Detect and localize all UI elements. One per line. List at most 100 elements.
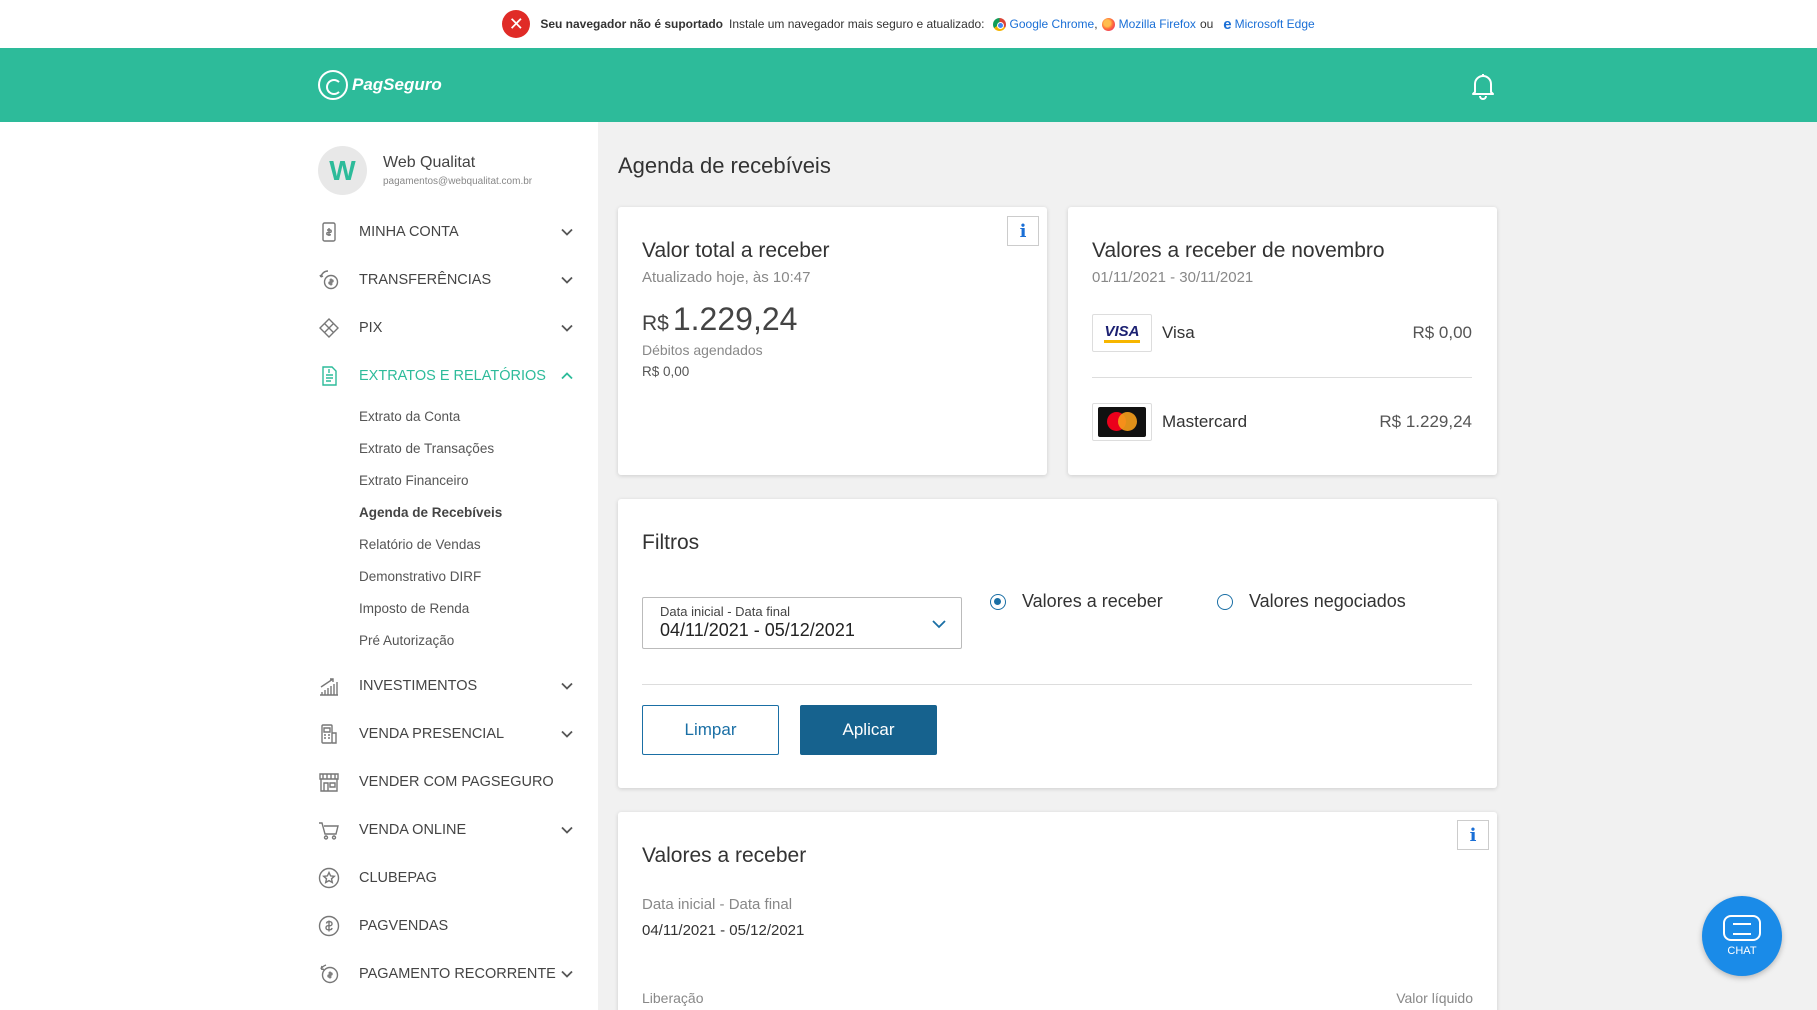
firefox-link[interactable]: Mozilla Firefox [1098, 17, 1196, 31]
submenu-imposto-renda[interactable]: Imposto de Renda [359, 592, 578, 624]
banner-text: Instale um navegador mais seguro e atual… [729, 17, 985, 31]
date-range-value: 04/11/2021 - 05/12/2021 [660, 620, 855, 640]
info-icon[interactable]: i [1007, 216, 1039, 246]
info-icon[interactable]: i [1457, 820, 1489, 850]
total-card-title: Valor total a receber [642, 239, 830, 262]
chevron-down-icon [561, 682, 573, 690]
star-badge-icon [318, 867, 340, 889]
currency-symbol: R$ [642, 312, 669, 335]
submenu-extrato-transacoes[interactable]: Extrato de Transações [359, 432, 578, 464]
apply-button[interactable]: Aplicar [800, 705, 937, 755]
cart-icon [318, 819, 340, 841]
banner-or: ou [1199, 17, 1214, 31]
sidebar-item-investimentos[interactable]: INVESTIMENTOS [318, 662, 578, 710]
avatar: W [318, 146, 367, 195]
user-email: pagamentos@webqualitat.com.br [383, 176, 533, 187]
radio-unselected-icon [1217, 593, 1233, 610]
date-range-select[interactable]: Data inicial - Data final 04/11/2021 - 0… [642, 597, 962, 649]
sidebar-item-pagamento-recorrente[interactable]: PAGAMENTO RECORRENTE [318, 950, 578, 998]
sidebar-item-venda-online[interactable]: VENDA ONLINE [318, 806, 578, 854]
pix-icon [318, 317, 340, 339]
edge-link[interactable]: e Microsoft Edge [1217, 15, 1314, 33]
sidebar-item-clubepag[interactable]: CLUBEPAG [318, 854, 578, 902]
chevron-down-icon [561, 228, 573, 236]
visa-row: VISA Visa R$ 0,00 [1092, 311, 1472, 355]
mastercard-value: R$ 1.229,24 [1379, 412, 1472, 431]
submenu-extrato-conta[interactable]: Extrato da Conta [359, 400, 578, 432]
sidebar: W Web Qualitat pagamentos@webqualitat.co… [0, 122, 598, 1010]
sidebar-item-venda-presencial[interactable]: VENDA PRESENCIAL [318, 710, 578, 758]
debits-value: R$ 0,00 [642, 364, 690, 379]
submenu-relatorio-vendas[interactable]: Relatório de Vendas [359, 528, 578, 560]
sidebar-item-transferencias[interactable]: TRANSFERÊNCIAS [318, 256, 578, 304]
chevron-up-icon [561, 372, 573, 380]
divider [642, 684, 1472, 685]
visa-value: R$ 0,00 [1412, 323, 1472, 342]
radio-valores-negociados[interactable]: Valores negociados [1217, 591, 1406, 612]
updated-text: Atualizado hoje, às 10:47 [642, 269, 811, 286]
sidebar-item-extratos[interactable]: EXTRATOS E RELATÓRIOS [318, 352, 578, 400]
chat-label: CHAT [1727, 945, 1757, 957]
user-profile[interactable]: W Web Qualitat pagamentos@webqualitat.co… [318, 146, 532, 195]
chevron-down-icon [561, 826, 573, 834]
debits-label: Débitos agendados [642, 342, 763, 358]
total-amount: R$ 1.229,24 [642, 301, 797, 338]
filters-card: Filtros Data inicial - Data final 04/11/… [618, 499, 1497, 788]
recurring-payment-icon [318, 963, 340, 985]
chat-button[interactable]: CHAT [1702, 896, 1782, 976]
wallet-icon [318, 221, 340, 243]
app-header: PagSeguro [0, 48, 1817, 122]
sidebar-item-pix[interactable]: PIX [318, 304, 578, 352]
monthly-receivable-card: Valores a receber de novembro 01/11/2021… [1068, 207, 1497, 475]
sidebar-item-pagvendas[interactable]: PAGVENDAS [318, 902, 578, 950]
store-icon [318, 771, 340, 793]
page-title: Agenda de recebíveis [618, 153, 831, 178]
report-icon [318, 365, 340, 387]
column-valor-liquido: Valor líquido [1396, 990, 1473, 1006]
firefox-icon [1101, 17, 1115, 31]
chevron-down-icon [561, 324, 573, 332]
date-range-label: Data inicial - Data final [660, 604, 791, 619]
error-icon: ✕ [502, 10, 531, 38]
visa-label: Visa [1162, 323, 1195, 342]
radio-selected-icon [990, 593, 1006, 610]
chart-growth-icon [318, 675, 340, 697]
chevron-down-icon [932, 620, 946, 629]
visa-logo-icon: VISA [1092, 314, 1152, 352]
sidebar-item-minha-conta[interactable]: MINHA CONTA [318, 208, 578, 256]
submenu-agenda-recebiveis[interactable]: Agenda de Recebíveis [359, 496, 578, 528]
receivables-title: Valores a receber [642, 844, 807, 867]
chat-bot-icon [1723, 915, 1761, 941]
sidebar-item-vender-com-pagseguro[interactable]: VENDER COM PAGSEGURO [318, 758, 578, 806]
unsupported-browser-banner: ✕ Seu navegador não é suportado Instale … [0, 0, 1817, 48]
submenu-pre-autorizacao[interactable]: Pré Autorização [359, 624, 578, 656]
mastercard-label: Mastercard [1162, 412, 1248, 431]
banner-title: Seu navegador não é suportado [540, 17, 724, 31]
transfer-icon [318, 269, 340, 291]
submenu-extrato-financeiro[interactable]: Extrato Financeiro [359, 464, 578, 496]
receivables-card: i Valores a receber Data inicial - Data … [618, 812, 1497, 1010]
dollar-circle-icon [318, 915, 340, 937]
radio-valores-receber[interactable]: Valores a receber [990, 591, 1163, 612]
mastercard-row: Mastercard R$ 1.229,24 [1092, 400, 1472, 444]
divider [1092, 377, 1472, 378]
receivables-date-value: 04/11/2021 - 05/12/2021 [642, 922, 805, 939]
chevron-down-icon [561, 970, 573, 978]
notifications-bell-icon[interactable] [1470, 72, 1496, 100]
edge-icon: e [1223, 15, 1232, 33]
clear-button[interactable]: Limpar [642, 705, 779, 755]
sidebar-nav: MINHA CONTA TRANSFERÊNCIAS PIX EXTRATOS … [318, 208, 578, 998]
user-name: Web Qualitat [383, 154, 476, 171]
receivables-date-label: Data inicial - Data final [642, 896, 793, 913]
mastercard-logo-icon [1092, 403, 1152, 441]
month-card-title: Valores a receber de novembro [1092, 239, 1385, 262]
chrome-link[interactable]: Google Chrome [989, 17, 1094, 31]
chrome-icon [992, 17, 1006, 31]
submenu-demonstrativo-dirf[interactable]: Demonstrativo DIRF [359, 560, 578, 592]
pagseguro-logo[interactable]: PagSeguro [318, 70, 442, 100]
month-period: 01/11/2021 - 30/11/2021 [1092, 269, 1254, 286]
filters-title: Filtros [642, 531, 700, 554]
chevron-down-icon [561, 730, 573, 738]
column-liberacao: Liberação [642, 990, 704, 1006]
pagseguro-logo-icon [318, 70, 348, 100]
